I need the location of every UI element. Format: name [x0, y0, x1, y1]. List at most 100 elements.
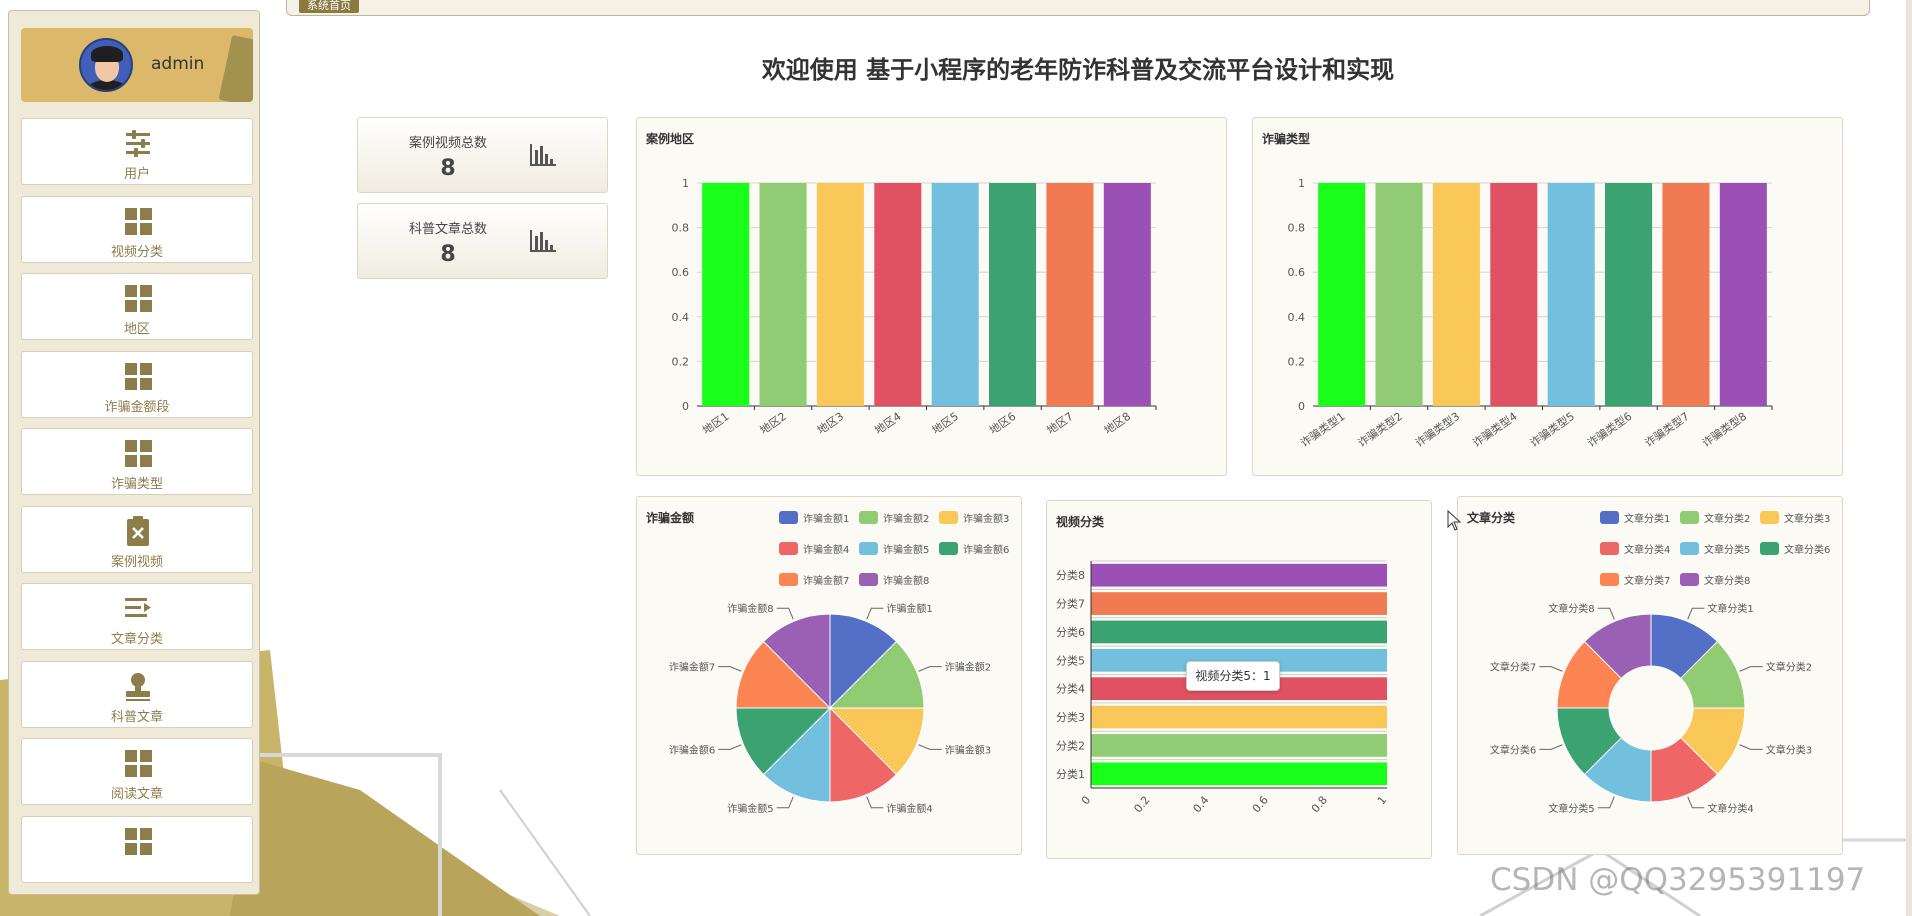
menu-item-1[interactable]: 用户	[21, 118, 253, 185]
user-profile[interactable]: admin	[21, 28, 253, 102]
x-tick-label: 地区5	[930, 410, 961, 437]
legend-swatch	[1680, 573, 1699, 586]
x-tick-label: 诈骗类型5	[1527, 409, 1577, 450]
chart-panel-fraud-type: 诈骗类型 0 0.2 0.4 0.6 0.8 1 诈骗类型1 诈骗类型2 诈骗类型3 诈骗类型4 诈…	[1252, 117, 1843, 476]
label-leader	[1739, 744, 1763, 750]
legend-label: 诈骗金额2	[883, 512, 929, 525]
y-tick-label: 0	[682, 400, 689, 413]
y-tick-label: 分类1	[1056, 767, 1085, 781]
bar	[1547, 183, 1595, 406]
label-leader	[1597, 607, 1615, 620]
sliders-icon	[126, 130, 150, 157]
menu-item-label: 诈骗金额段	[104, 399, 170, 415]
legend-swatch	[1760, 511, 1779, 524]
menu-item-more[interactable]	[21, 815, 253, 883]
chart-panel-region: 案例地区 0 0.2 0.4 0.6 0.8 1 地区1 地区2 地区3 地区4 地区5 地区6 地区7…	[636, 117, 1227, 476]
menu-item-label: 视频分类	[110, 244, 163, 260]
list-arrow-icon	[125, 598, 151, 617]
bar	[1490, 183, 1538, 406]
label-leader	[1687, 796, 1705, 809]
bar	[759, 183, 807, 406]
y-tick-label: 0.6	[672, 266, 690, 279]
bar	[1103, 183, 1151, 406]
article-category-donut-chart: 文章分类1 文章分类2 文章分类3 文章分类4 文章分类5 文章分类6 文章分类7 文章分类8…	[1490, 511, 1830, 815]
menu-item-4[interactable]: 诈骗金额段	[21, 350, 253, 418]
label-leader	[776, 607, 794, 620]
y-tick-label: 分类5	[1056, 653, 1085, 667]
slice-label: 文章分类8	[1548, 602, 1594, 615]
region-bar-chart: 0 0.2 0.4 0.6 0.8 1 地区1 地区2 地区3 地区4 地区5 地区6 地区7 地区8	[672, 177, 1157, 437]
legend-label: 文章分类5	[1704, 543, 1750, 556]
menu-item-6[interactable]: 案例视频	[21, 505, 253, 573]
slice-label: 诈骗金额6	[669, 743, 715, 756]
bar	[989, 183, 1037, 406]
legend-swatch	[859, 573, 878, 586]
x-tick-label: 诈骗类型3	[1412, 409, 1462, 450]
label-leader	[718, 744, 742, 750]
slice-label: 诈骗金额4	[886, 802, 932, 815]
bar	[1091, 762, 1387, 786]
menu-item-3[interactable]: 地区	[21, 273, 253, 340]
menu-item-9[interactable]: 阅读文章	[21, 738, 253, 805]
slice-label: 文章分类1	[1707, 602, 1753, 615]
y-tick-label: 分类7	[1056, 597, 1085, 611]
bar	[1091, 592, 1387, 615]
bar	[1432, 183, 1480, 406]
x-tick-label: 诈骗类型1	[1298, 409, 1348, 450]
sidebar: admin 用户视频分类地区诈骗金额段诈骗类型案例视频文章分类科普文章阅读文章	[8, 10, 260, 895]
bar	[1091, 563, 1387, 587]
slice-label: 文章分类5	[1548, 802, 1594, 815]
legend-label: 文章分类6	[1784, 543, 1830, 556]
x-tick-label: 0.6	[1250, 794, 1271, 816]
stat-card-videos: 案例视频总数 8	[357, 117, 608, 193]
y-tick-label: 分类6	[1056, 625, 1085, 639]
menu-item-label: 地区	[123, 322, 150, 337]
x-tick-label: 地区1	[700, 410, 731, 437]
menu-item-8[interactable]: 科普文章	[21, 660, 253, 728]
legend-label: 文章分类8	[1704, 574, 1750, 587]
x-tick-label: 0.8	[1309, 794, 1330, 816]
slice-label: 文章分类6	[1490, 743, 1536, 756]
y-tick-label: 分类8	[1056, 568, 1085, 582]
stamp-icon	[126, 672, 150, 701]
bar	[1375, 183, 1423, 406]
avatar	[79, 38, 133, 92]
menu-item-2[interactable]: 视频分类	[21, 195, 253, 263]
menu-item-5[interactable]: 诈骗类型	[21, 428, 253, 495]
bar	[1605, 183, 1653, 406]
x-tick-label: 地区2	[758, 410, 789, 437]
breadcrumb[interactable]: 系统首页	[299, 0, 359, 13]
y-tick-label: 1	[682, 177, 689, 190]
x-tick-label: 0.2	[1131, 794, 1152, 816]
bar	[1662, 183, 1710, 406]
fraud-type-bar-chart: 00.20.40.60.81诈骗类型1 诈骗类型2 诈骗类型3 诈骗类型4 诈骗类型5 诈…	[1288, 177, 1773, 450]
bar	[1318, 183, 1366, 406]
menu-item-7[interactable]: 文章分类	[21, 583, 253, 650]
x-tick-label: 诈骗类型6	[1584, 409, 1634, 450]
grid-icon	[125, 362, 152, 390]
legend-label: 文章分类3	[1784, 512, 1830, 525]
bar-chart-icon	[530, 230, 556, 252]
chart-tooltip: 视频分类5：1	[1186, 661, 1280, 691]
stat-value: 8	[440, 156, 456, 181]
label-leader	[918, 744, 942, 750]
label-leader	[1539, 666, 1563, 672]
slice-label: 诈骗金额3	[945, 743, 991, 756]
bar	[1091, 620, 1387, 644]
fraud-amount-pie-chart: 诈骗金额1 诈骗金额2 诈骗金额3 诈骗金额4 诈骗金额5 诈骗金额6 诈骗金额7 诈骗金额8…	[669, 511, 1009, 815]
page-scrollbar[interactable]	[1906, 0, 1912, 916]
x-tick-label: 诈骗类型7	[1642, 409, 1692, 450]
slice-label: 诈骗金额5	[727, 802, 773, 815]
bar	[931, 183, 979, 406]
x-tick-label: 地区7	[1044, 410, 1075, 437]
legend-label: 诈骗金额8	[883, 574, 929, 587]
bar	[1046, 183, 1094, 406]
bar	[1091, 734, 1387, 757]
legend-swatch	[1600, 542, 1619, 555]
x-tick-label: 地区6	[987, 410, 1018, 437]
x-tick-label: 0.4	[1190, 794, 1211, 816]
legend-label: 文章分类1	[1624, 512, 1670, 525]
slice-label: 诈骗金额7	[669, 661, 715, 674]
x-tick-label: 诈骗类型4	[1470, 409, 1520, 450]
x-tick-label: 0	[1079, 794, 1093, 808]
